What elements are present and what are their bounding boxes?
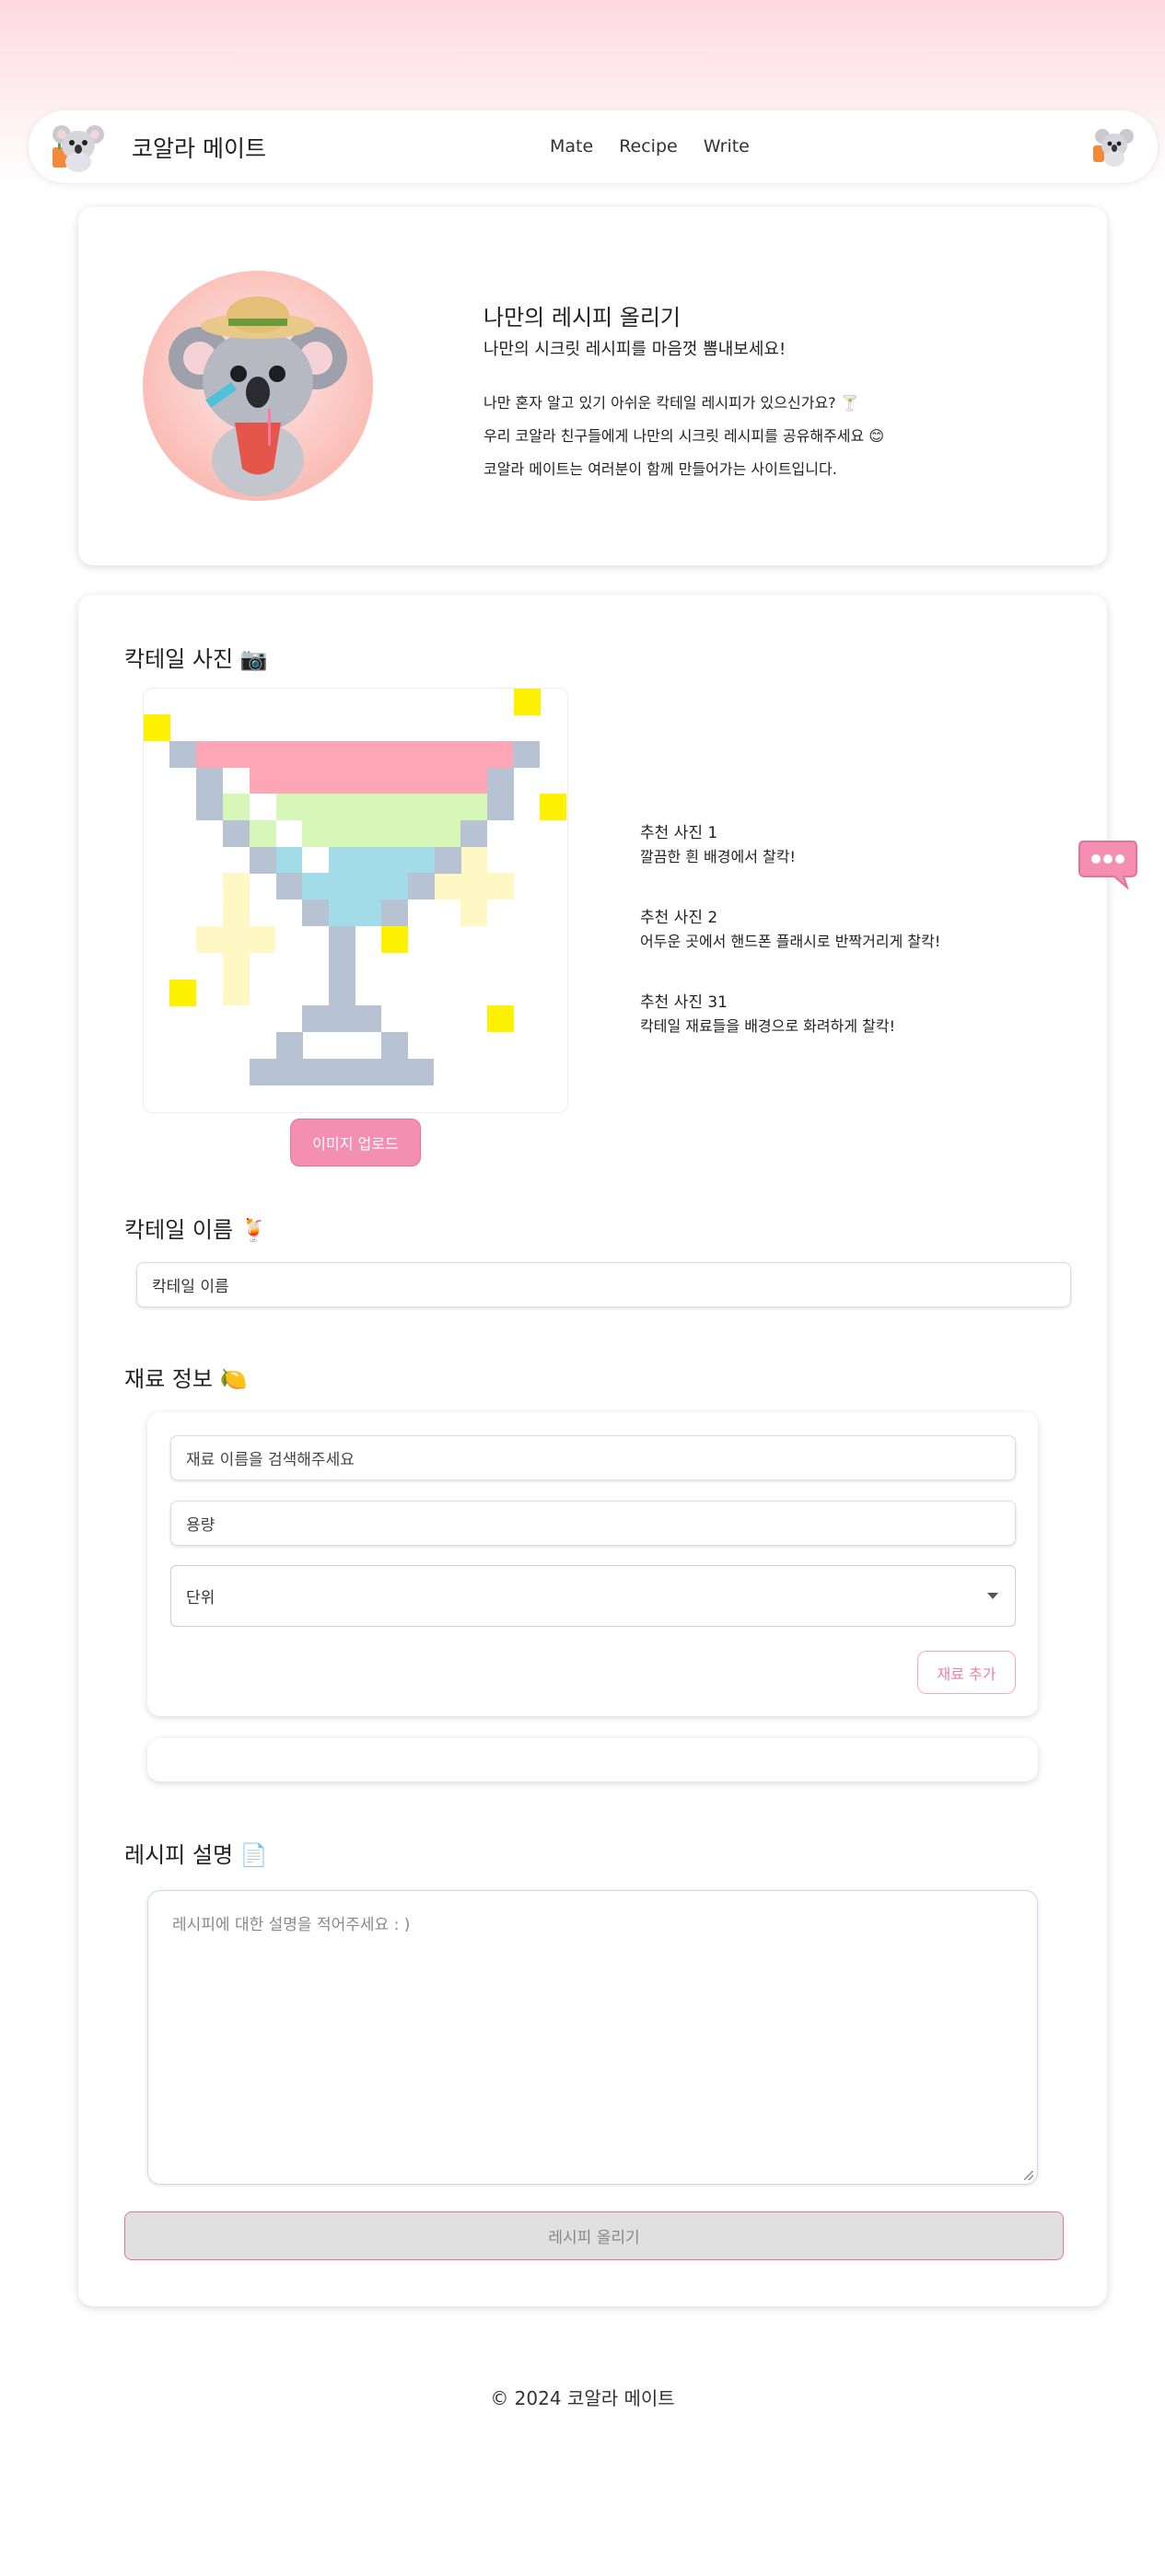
photo-tip-1-text: 깔끔한 흰 배경에서 찰칵! xyxy=(640,848,796,865)
ingredient-list xyxy=(147,1738,1038,1781)
brand-name[interactable]: 코알라 메이트 xyxy=(132,131,266,164)
intro-line-1: 나만 혼자 알고 있기 아쉬운 칵테일 레시피가 있으신가요? 🍸 xyxy=(483,394,859,412)
koala-logo-icon[interactable] xyxy=(49,120,108,173)
koala-illustration xyxy=(169,296,347,496)
amount-input[interactable]: 용량 xyxy=(170,1501,1016,1546)
nav-item-recipe[interactable]: Recipe xyxy=(619,136,678,157)
description-section-title: 레시피 설명 📄 xyxy=(124,1842,268,1868)
photo-tip-3-text: 칵테일 재료들을 배경으로 화려하게 찰칵! xyxy=(640,1017,895,1035)
pixel-cocktail-icon xyxy=(144,689,566,1085)
intro-title: 나만의 레시피 올리기 xyxy=(483,305,681,331)
resize-handle-icon[interactable] xyxy=(1024,2171,1033,2180)
intro-subtitle: 나만의 시크릿 레시피를 마음껏 뽐내보세요! xyxy=(483,340,786,359)
top-navbar: 코알라 메이트 Mate Recipe Write xyxy=(28,110,1159,184)
image-upload-button[interactable]: 이미지 업로드 xyxy=(290,1119,421,1166)
footer-copyright: © 2024 코알라 메이트 xyxy=(490,2387,675,2409)
nav-menu: Mate Recipe Write xyxy=(550,136,750,157)
ingredient-form-card: 재료 이름을 검색해주세요 용량 단위 재료 추가 xyxy=(147,1412,1038,1716)
photo-tip-2-text: 어두운 곳에서 핸드폰 플래시로 반짝거리게 찰칵! xyxy=(640,933,941,950)
add-ingredient-button[interactable]: 재료 추가 xyxy=(917,1651,1016,1694)
intro-card: 나만의 레시피 올리기 나만의 시크릿 레시피를 마음껏 뽐내보세요! 나만 혼… xyxy=(78,207,1107,565)
photo-tip-3: 추천 사진 31 칵테일 재료들을 배경으로 화려하게 찰칵! xyxy=(640,991,895,1039)
photo-tip-1: 추천 사진 1 깔끔한 흰 배경에서 찰칵! xyxy=(640,821,796,869)
nav-item-write[interactable]: Write xyxy=(704,136,750,157)
intro-line-3: 코알라 메이트는 여러분이 함께 만들어가는 사이트입니다. xyxy=(483,460,837,478)
photo-section-title: 칵테일 사진 📷 xyxy=(124,646,268,672)
nav-item-mate[interactable]: Mate xyxy=(550,136,593,157)
photo-preview[interactable] xyxy=(143,688,568,1113)
koala-mascot-image xyxy=(143,271,373,501)
chevron-down-icon xyxy=(987,1593,998,1599)
unit-select-label: 단위 xyxy=(186,1589,216,1607)
name-section-title: 칵테일 이름 🍹 xyxy=(124,1217,268,1243)
intro-line-2: 우리 코알라 친구들에게 나만의 시크릿 레시피를 공유해주세요 😊 xyxy=(483,427,885,445)
recipe-form-card: 칵테일 사진 📷 이미지 업로드 추천 사진 1 깔끔한 흰 배경에서 찰칵! … xyxy=(78,595,1107,2306)
photo-tip-1-title: 추천 사진 1 xyxy=(640,824,718,842)
photo-tip-2-title: 추천 사진 2 xyxy=(640,909,718,927)
submit-recipe-button[interactable]: 레시피 올리기 xyxy=(124,2211,1064,2260)
photo-tip-2: 추천 사진 2 어두운 곳에서 핸드폰 플래시로 반짝거리게 찰칵! xyxy=(640,906,940,954)
photo-tip-3-title: 추천 사진 31 xyxy=(640,993,728,1012)
unit-select[interactable]: 단위 xyxy=(170,1565,1016,1627)
cocktail-name-input[interactable]: 칵테일 이름 xyxy=(136,1262,1071,1307)
chat-bubble-icon[interactable] xyxy=(1078,838,1138,889)
recipe-description-textarea[interactable]: 레시피에 대한 설명을 적어주세요 : ) xyxy=(147,1890,1038,2185)
ingredient-section-title: 재료 정보 🍋 xyxy=(124,1366,248,1392)
description-placeholder: 레시피에 대한 설명을 적어주세요 : ) xyxy=(172,1916,411,1934)
ingredient-search-input[interactable]: 재료 이름을 검색해주세요 xyxy=(170,1435,1016,1480)
user-avatar[interactable] xyxy=(1091,123,1137,168)
